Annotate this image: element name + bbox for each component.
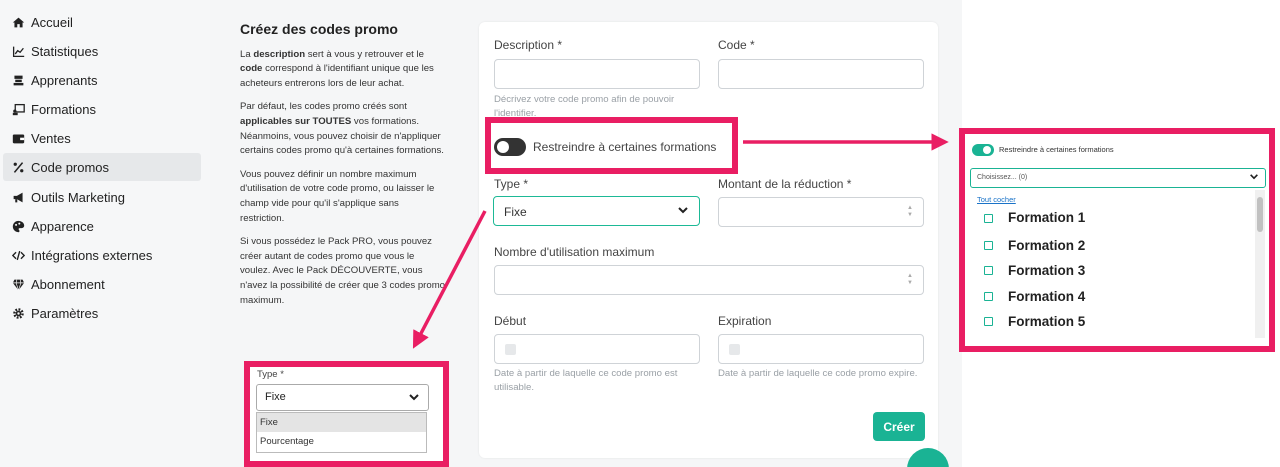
sidebar-item-label: Apprenants (31, 72, 98, 88)
learners-icon (10, 73, 26, 87)
start-label: Début (494, 314, 527, 328)
percent-icon (10, 160, 26, 174)
sidebar-item-abonnement[interactable]: Abonnement (3, 270, 201, 298)
bullhorn-icon (10, 190, 26, 204)
sidebar-item-accueil[interactable]: Accueil (3, 8, 201, 36)
gear-icon (10, 306, 26, 320)
palette-icon (10, 219, 26, 233)
highlight-type-dropdown (244, 361, 449, 467)
sidebar-item-apprenants[interactable]: Apprenants (3, 66, 201, 94)
type-select[interactable]: Fixe (493, 196, 700, 226)
info-paragraph-1: La description sert à vous y retrouver e… (240, 48, 434, 89)
sidebar-item-label: Statistiques (31, 43, 99, 59)
sidebar: Accueil Statistiques Apprenants Formatio… (0, 0, 210, 467)
calendar-icon (505, 344, 516, 355)
sidebar-item-parametres[interactable]: Paramètres (3, 299, 201, 327)
info-paragraph-2: Par défaut, les codes promo créés sont a… (240, 101, 444, 157)
description-help: Décrivez votre code promo afin de pouvoi… (494, 94, 675, 117)
code-input[interactable] (718, 59, 924, 89)
sidebar-item-label: Accueil (31, 14, 73, 30)
type-label: Type * (494, 177, 529, 191)
sidebar-item-code-promos[interactable]: Code promos (3, 153, 201, 181)
sidebar-item-ventes[interactable]: Ventes (3, 124, 201, 152)
sidebar-item-label: Code promos (31, 159, 110, 175)
expiration-help: Date à partir de laquelle ce code promo … (718, 368, 918, 379)
max-use-input[interactable]: ▲ ▼ (494, 265, 924, 295)
sidebar-item-label: Formations (31, 101, 97, 117)
highlight-restrict (485, 117, 738, 174)
chart-line-icon (10, 44, 26, 58)
highlight-restrict-callout (959, 128, 1275, 352)
sidebar-item-label: Intégrations externes (31, 247, 153, 263)
page-title: Créez des codes promo (240, 21, 398, 37)
sidebar-item-formations[interactable]: Formations (3, 95, 201, 123)
max-use-label: Nombre d'utilisation maximum (494, 245, 655, 259)
expiration-date-input[interactable] (718, 334, 924, 364)
home-icon (10, 15, 26, 29)
sidebar-item-statistiques[interactable]: Statistiques (3, 37, 201, 65)
start-date-input[interactable] (494, 334, 700, 364)
description-input[interactable] (494, 59, 700, 89)
chalkboard-icon (10, 102, 26, 116)
sidebar-item-label: Abonnement (31, 276, 105, 292)
expiration-label: Expiration (718, 314, 772, 328)
sidebar-item-label: Paramètres (31, 305, 99, 321)
calendar-icon (729, 344, 740, 355)
sidebar-item-label: Outils Marketing (31, 189, 125, 205)
number-spinner-icon[interactable]: ▲ ▼ (905, 205, 915, 219)
sidebar-item-label: Ventes (31, 130, 71, 146)
code-label: Code * (718, 38, 755, 52)
sidebar-item-label: Apparence (31, 218, 94, 234)
amount-input[interactable]: ▲ ▼ (718, 197, 924, 227)
wallet-icon (10, 131, 26, 145)
code-icon (10, 248, 26, 262)
info-paragraph-3: Vous pouvez définir un nombre maximum d'… (240, 168, 435, 224)
info-panel: Créez des codes promo La description ser… (240, 22, 445, 317)
create-button[interactable]: Créer (873, 412, 925, 441)
info-paragraph-4: Si vous possédez le Pack PRO, vous pouve… (240, 236, 446, 306)
sidebar-item-integrations[interactable]: Intégrations externes (3, 241, 201, 269)
sidebar-item-apparence[interactable]: Apparence (3, 212, 201, 240)
chevron-down-icon (678, 207, 688, 214)
description-label: Description * (494, 38, 563, 52)
sidebar-item-outils-marketing[interactable]: Outils Marketing (3, 183, 201, 211)
amount-label: Montant de la réduction * (718, 177, 852, 191)
type-select-value: Fixe (504, 205, 527, 219)
number-spinner-icon[interactable]: ▲ ▼ (905, 273, 915, 287)
start-help: Date à partir de laquelle ce code promo … (494, 368, 678, 393)
gem-icon (10, 277, 26, 291)
